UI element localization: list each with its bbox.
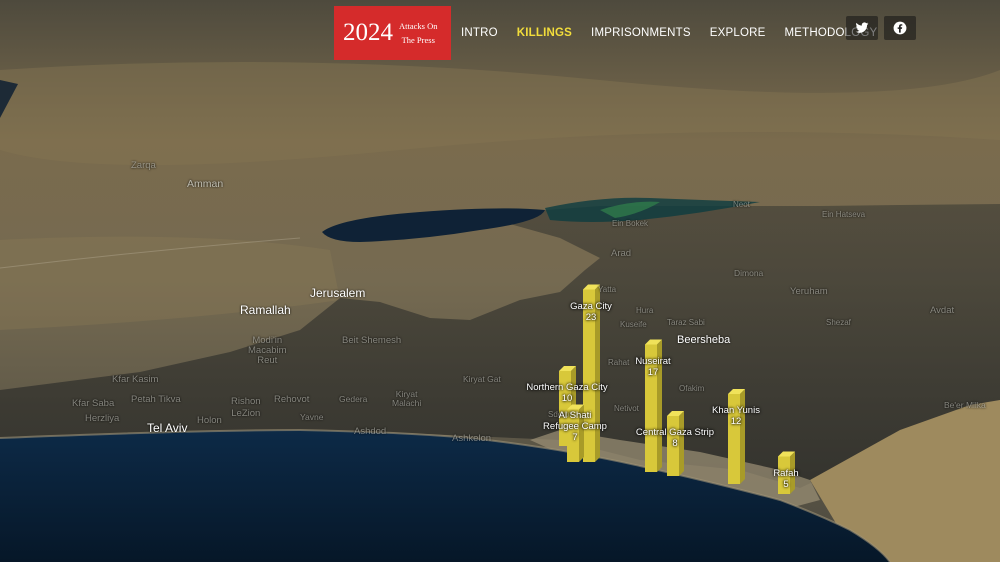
place-rehovot: Rehovot bbox=[274, 394, 310, 405]
nav-explore[interactable]: EXPLORE bbox=[710, 27, 766, 39]
place-kuseife: Kuseife bbox=[620, 320, 647, 329]
place-petah-tikva: Petah Tikva bbox=[131, 394, 181, 405]
place-tel-aviv: Tel Aviv bbox=[147, 421, 188, 435]
bar-label-northern-gaza-city: Northern Gaza City 10 bbox=[526, 382, 607, 404]
place-hura: Hura bbox=[636, 306, 654, 315]
bar-label-central-gaza-strip: Central Gaza Strip 8 bbox=[636, 427, 714, 449]
bar-name: Al Shati Refugee Camp bbox=[543, 409, 607, 432]
place-netivot: Netivot bbox=[614, 404, 639, 413]
place-beer-milka: Be'er Milka bbox=[944, 400, 986, 410]
bar-value: 12 bbox=[730, 416, 742, 427]
place-ein-bokek: Ein Bokek bbox=[612, 219, 649, 228]
bar-name: Gaza City bbox=[570, 300, 612, 312]
bar-name: Northern Gaza City bbox=[526, 382, 608, 393]
twitter-button[interactable] bbox=[846, 16, 878, 40]
bar-name: Central Gaza Strip bbox=[635, 427, 715, 438]
place-ashdod: Ashdod bbox=[354, 426, 387, 437]
bar-name: Rafah bbox=[773, 467, 799, 479]
place-yavne: Yavne bbox=[300, 412, 324, 422]
place-herzliya: Herzliya bbox=[85, 413, 120, 424]
bar-value: 8 bbox=[672, 438, 678, 449]
satellite-map[interactable] bbox=[0, 0, 1000, 562]
bar-value: 23 bbox=[585, 311, 597, 323]
place-neot: Neot bbox=[733, 200, 750, 209]
logo-year: 2024 bbox=[343, 19, 393, 46]
bar-name: Khan Yunis bbox=[712, 405, 760, 416]
place-kiryat-gat: Kiryat Gat bbox=[463, 374, 501, 384]
nav-menu: INTRO KILLINGS IMPRISONMENTS EXPLORE MET… bbox=[461, 27, 896, 39]
place-rishon-lezion: Rishon LeZion bbox=[231, 396, 261, 419]
place-taraz-sabi: Taraz Sabi bbox=[667, 318, 705, 327]
top-nav: 2024 Attacks On The Press INTRO KILLINGS… bbox=[334, 6, 896, 60]
place-kfar-kasim: Kfar Kasim bbox=[112, 374, 159, 385]
place-ein-hatseva: Ein Hatseva bbox=[822, 210, 866, 219]
place-arad: Arad bbox=[611, 248, 632, 259]
bar-label-gaza-city: Gaza City 23 bbox=[570, 301, 612, 323]
place-zarqa: Zarqa bbox=[131, 160, 156, 171]
nav-killings[interactable]: KILLINGS bbox=[517, 27, 572, 39]
place-gedera: Gedera bbox=[339, 394, 368, 404]
bar-side-khan-yunis bbox=[740, 389, 745, 484]
place-yatta: Yatta bbox=[598, 285, 617, 294]
twitter-icon bbox=[855, 22, 869, 33]
place-ofakim: Ofakim bbox=[679, 384, 705, 393]
place-shezaf: Shezaf bbox=[826, 318, 851, 327]
logo-line2: The Press bbox=[401, 35, 435, 45]
place-beit-shemesh: Beit Shemesh bbox=[342, 335, 402, 346]
bar-label-nuseirat: Nuseirat 17 bbox=[635, 356, 670, 378]
place-rahat: Rahat bbox=[608, 358, 630, 367]
place-yeruham: Yeruham bbox=[790, 286, 828, 297]
place-modiin: Modi'in Macabim Reut bbox=[248, 335, 287, 366]
bar-label-khan-yunis: Khan Yunis 12 bbox=[712, 405, 760, 427]
bar-value: 17 bbox=[647, 366, 659, 378]
place-kfar-saba: Kfar Saba bbox=[72, 398, 115, 409]
bar-value: 5 bbox=[783, 478, 789, 490]
place-amman: Amman bbox=[187, 178, 224, 190]
nav-intro[interactable]: INTRO bbox=[461, 27, 498, 39]
facebook-button[interactable] bbox=[884, 16, 916, 40]
place-dimona: Dimona bbox=[734, 268, 764, 278]
bar-label-rafah: Rafah 5 bbox=[773, 468, 798, 490]
bar-value: 10 bbox=[561, 393, 573, 404]
place-ramallah: Ramallah bbox=[240, 303, 291, 317]
place-ashkelon: Ashkelon bbox=[452, 433, 492, 444]
place-beersheba: Beersheba bbox=[677, 334, 731, 346]
bar-label-al-shati-refugee-camp: Al Shati Refugee Camp 7 bbox=[543, 410, 607, 443]
logo-line1: Attacks On bbox=[399, 21, 438, 31]
place-jerusalem: Jerusalem bbox=[310, 286, 366, 300]
site-logo[interactable]: 2024 Attacks On The Press bbox=[334, 6, 451, 60]
bar-value: 7 bbox=[572, 431, 578, 443]
place-avdat: Avdat bbox=[930, 305, 955, 316]
bar-khan-yunis[interactable] bbox=[728, 389, 745, 484]
bar-name: Nuseirat bbox=[635, 355, 671, 367]
logo-subtitle: Attacks On The Press bbox=[399, 19, 437, 47]
place-holon: Holon bbox=[197, 415, 222, 426]
facebook-icon bbox=[893, 21, 907, 35]
nav-imprisonments[interactable]: IMPRISONMENTS bbox=[591, 27, 691, 39]
place-kiryat-malachi: Kiryat Malachi bbox=[392, 389, 422, 408]
